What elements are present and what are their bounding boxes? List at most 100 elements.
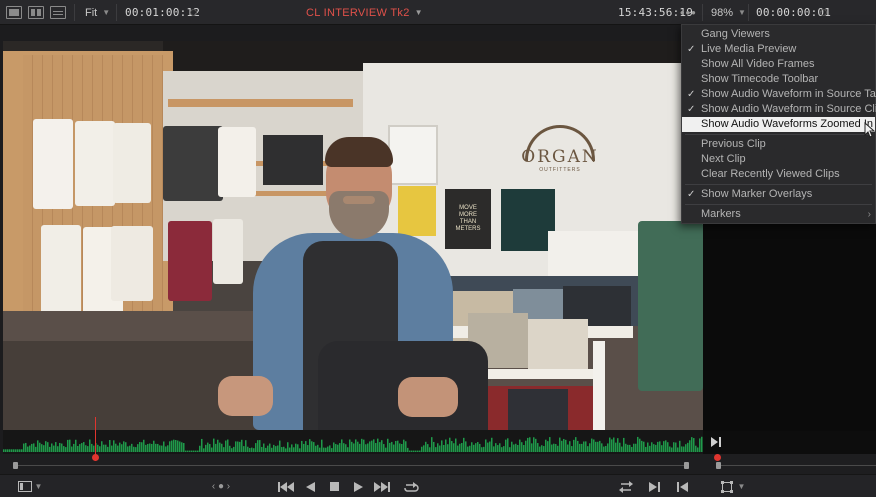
menu-item-clear-recently-viewed-clips[interactable]: Clear Recently Viewed Clips	[682, 167, 875, 182]
waveform-bar	[405, 441, 407, 452]
menu-item-next-clip[interactable]: Next Clip	[682, 152, 875, 167]
zoom-fit-dropdown[interactable]: Fit ▼	[85, 0, 110, 25]
waveform-bar	[621, 446, 623, 452]
source-tape-in-marker[interactable]	[716, 462, 721, 469]
jump-to-end-icon[interactable]	[710, 436, 724, 448]
menu-item-show-audio-waveform-in-source-clip[interactable]: ✓ Show Audio Waveform in Source Clip	[682, 102, 876, 117]
play-reverse-button[interactable]	[302, 479, 318, 494]
waveform-bar	[285, 448, 287, 452]
transform-dropdown[interactable]: ▼	[716, 479, 750, 494]
waveform-bar	[149, 443, 151, 452]
waveform-bar	[573, 439, 575, 452]
waveform-bar	[501, 447, 503, 452]
waveform-bar	[265, 447, 267, 452]
waveform-bar	[371, 440, 373, 452]
waveform-bar	[493, 446, 495, 452]
waveform-bar	[603, 446, 605, 452]
menu-item-markers[interactable]: Markers ›	[682, 207, 875, 222]
waveform-bar	[491, 437, 493, 452]
menu-item-show-audio-waveform-in-source-tape[interactable]: ✓ Show Audio Waveform in Source Tape	[682, 87, 876, 102]
out-point-marker[interactable]	[684, 462, 689, 469]
zoom-dropdown[interactable]: 98% ▼	[711, 0, 746, 25]
source-tape-scrub-track[interactable]	[719, 465, 876, 466]
cinema-viewer-layout-icon[interactable]	[50, 6, 66, 19]
menu-item-gang-viewers[interactable]: Gang Viewers	[682, 27, 875, 42]
menu-item-label: Show Audio Waveforms Zoomed In	[701, 118, 874, 130]
next-frame-button[interactable]	[646, 479, 662, 494]
waveform-bar	[65, 447, 67, 452]
waveform-bar	[563, 438, 565, 452]
video-viewer[interactable]: ORGAN OUTFITTERS MOVE MORE THAN METERS	[3, 41, 703, 430]
source-timecode[interactable]: 00:01:00:12	[125, 0, 200, 25]
waveform-bar	[375, 443, 377, 452]
go-to-end-button[interactable]	[372, 479, 392, 494]
previous-frame-button[interactable]	[674, 479, 690, 494]
waveform-bar	[35, 446, 37, 452]
waveform-bar	[355, 439, 357, 452]
waveform-bar	[671, 447, 673, 452]
loop-button[interactable]	[400, 479, 422, 494]
store-sign-text: ORGAN	[521, 146, 599, 167]
waveform-bar	[495, 443, 497, 452]
menu-item-show-timecode-toolbar[interactable]: Show Timecode Toolbar	[682, 72, 875, 87]
viewer-mode-button[interactable]: ▼	[16, 479, 44, 494]
menu-item-show-all-video-frames[interactable]: Show All Video Frames	[682, 57, 875, 72]
waveform-bar	[21, 449, 23, 452]
viewer-options-button[interactable]: •••	[680, 0, 697, 25]
waveform-bar	[373, 439, 375, 452]
clip-name-dropdown[interactable]: CL INTERVIEW Tk2 ▼	[306, 0, 423, 25]
waveform-bar	[389, 442, 391, 452]
menu-item-previous-clip[interactable]: Previous Clip	[682, 137, 875, 152]
waveform-bar	[553, 443, 555, 452]
menu-item-show-audio-waveforms-zoomed-in[interactable]: Show Audio Waveforms Zoomed In	[682, 117, 875, 132]
waveform-bar	[361, 438, 363, 452]
waveform-bar	[131, 443, 133, 452]
waveform-bar	[449, 437, 451, 452]
chevron-down-icon: ▼	[34, 482, 43, 491]
waveform-bar	[301, 440, 303, 452]
waveform-bar	[531, 443, 533, 452]
waveform-bar	[395, 440, 397, 452]
jog-control[interactable]: ‹ ● ›	[204, 479, 238, 494]
waveform-bar	[515, 443, 517, 452]
waveform-bar	[271, 447, 273, 452]
waveform-bar	[39, 442, 41, 452]
waveform-bar	[181, 442, 183, 452]
waveform-bar	[653, 444, 655, 452]
single-viewer-layout-icon[interactable]	[6, 6, 22, 19]
in-point-marker[interactable]	[13, 462, 18, 469]
scrubber-bar[interactable]	[0, 417, 876, 474]
waveform-bar	[391, 441, 393, 452]
waveform-bar	[401, 444, 403, 452]
match-frame-button[interactable]	[616, 479, 636, 494]
waveform-bar	[63, 446, 65, 452]
waveform-bar	[217, 439, 219, 452]
waveform-bar	[467, 446, 469, 452]
waveform-bar	[305, 441, 307, 452]
waveform-bar	[325, 447, 327, 452]
scrub-track[interactable]	[17, 465, 687, 466]
waveform-bar	[551, 444, 553, 452]
waveform-bar	[651, 442, 653, 452]
waveform-bar	[107, 446, 109, 452]
waveform-bar	[679, 440, 681, 452]
waveform-bar	[623, 437, 625, 452]
stop-button[interactable]	[326, 479, 342, 494]
waveform-bar	[581, 443, 583, 452]
go-to-start-button[interactable]	[276, 479, 296, 494]
menu-item-label: Live Media Preview	[701, 43, 797, 55]
menu-item-live-media-preview[interactable]: ✓ Live Media Preview	[682, 42, 875, 57]
waveform-bar	[649, 445, 651, 452]
waveform-bar	[411, 450, 413, 452]
waveform-bar	[255, 443, 257, 452]
waveform-bar	[369, 441, 371, 452]
waveform-bar	[433, 441, 435, 452]
play-reverse-icon	[305, 481, 315, 492]
menu-item-show-marker-overlays[interactable]: ✓ Show Marker Overlays	[682, 187, 875, 202]
waveform-bar	[367, 443, 369, 452]
waveform-bar	[303, 443, 305, 452]
play-button[interactable]	[350, 479, 366, 494]
dual-viewer-layout-icon[interactable]	[28, 6, 44, 19]
waveform-bar	[103, 444, 105, 452]
source-tape-playhead[interactable]	[714, 454, 721, 461]
